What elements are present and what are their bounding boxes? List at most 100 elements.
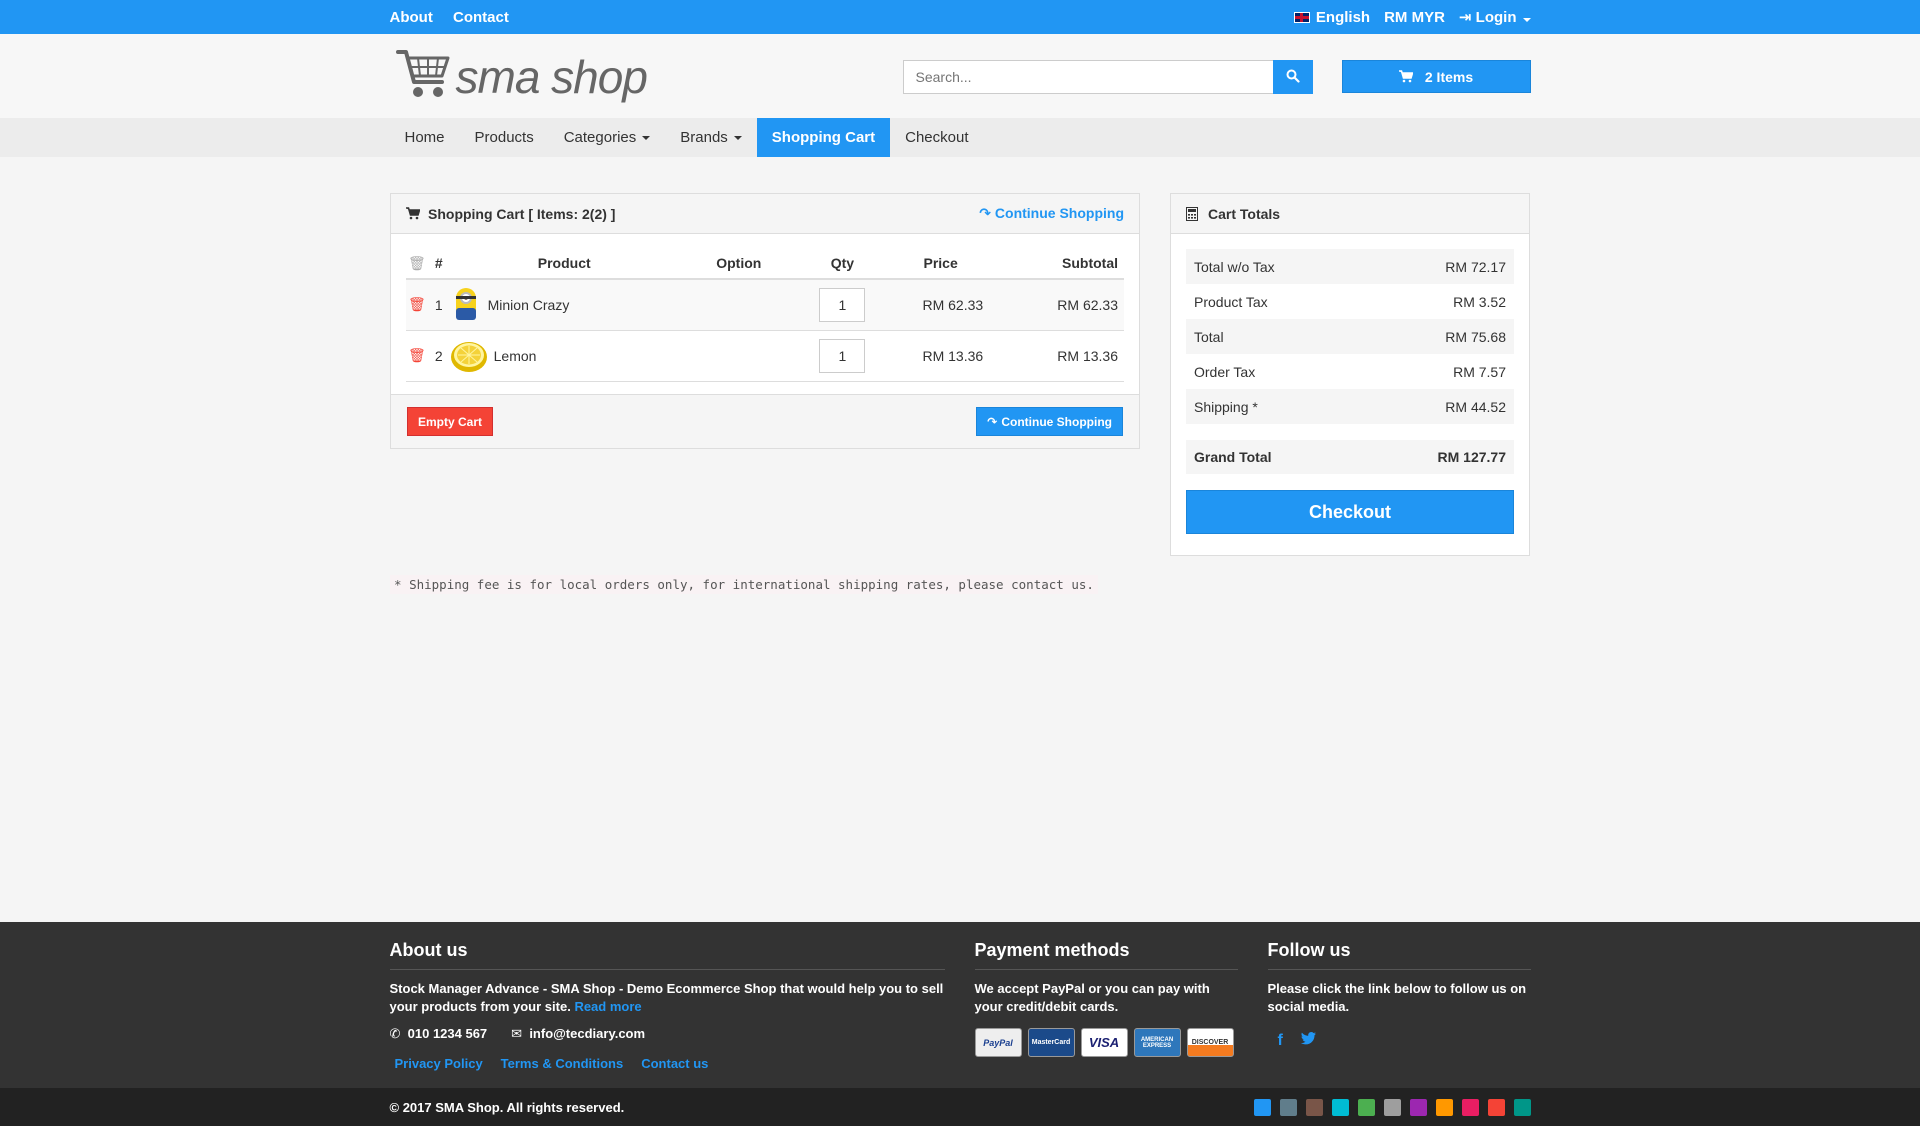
- nav-categories-label: Categories: [563, 129, 637, 146]
- privacy-policy-link[interactable]: Privacy Policy: [395, 1056, 483, 1071]
- shipping-note: * Shipping fee is for local orders only,…: [390, 575, 1098, 594]
- product-cell: Minion Crazy: [449, 279, 679, 331]
- about-title: About us: [389, 940, 945, 970]
- nav-shopping-cart[interactable]: Shopping Cart: [756, 118, 891, 157]
- cart-panel-footer: Empty Cart ↷ Continue Shopping: [391, 394, 1139, 448]
- note-text: Shipping fee is for local orders only, f…: [409, 577, 1094, 592]
- cart-totals-panel: Cart Totals Total w/o Tax RM 72.17 Produc…: [1170, 193, 1530, 556]
- twitter-icon[interactable]: [1300, 1032, 1316, 1050]
- continue-shopping-button[interactable]: ↷ Continue Shopping: [976, 407, 1123, 436]
- caret-down-icon: [642, 135, 651, 140]
- header: sma shop 2 Items: [0, 34, 1920, 118]
- theme-color-swatch[interactable]: [1409, 1098, 1427, 1116]
- continue-shopping-link[interactable]: ↷ Continue Shopping: [979, 205, 1124, 222]
- theme-color-swatch[interactable]: [1487, 1098, 1505, 1116]
- cart-icon: [1398, 70, 1413, 83]
- facebook-icon[interactable]: f: [1278, 1032, 1283, 1050]
- phone-icon: ✆: [389, 1026, 401, 1041]
- col-qty: Qty: [798, 248, 887, 280]
- payment-title: Payment methods: [974, 940, 1238, 970]
- col-price: Price: [886, 248, 996, 280]
- row-price: RM 13.36: [886, 330, 996, 382]
- language-selector[interactable]: English: [1293, 8, 1371, 26]
- theme-color-swatch[interactable]: [1305, 1098, 1323, 1116]
- totals-row: Product Tax RM 3.52: [1186, 284, 1514, 319]
- nav-products[interactable]: Products: [460, 118, 549, 157]
- contact-link[interactable]: Contact: [453, 9, 509, 26]
- theme-color-swatch[interactable]: [1383, 1098, 1401, 1116]
- contact-us-link[interactable]: Contact us: [641, 1056, 708, 1071]
- login-dropdown[interactable]: ⇥ Login: [1459, 8, 1531, 26]
- logo[interactable]: sma shop: [395, 48, 648, 103]
- paypal-card-icon: PayPal: [974, 1028, 1022, 1057]
- cart-table-header: 🗑 # Product Option Qty Price Subtotal: [406, 248, 1124, 280]
- totals-table: Total w/o Tax RM 72.17 Product Tax RM 3.52…: [1186, 249, 1514, 424]
- lemon-product-thumbnail[interactable]: [450, 339, 488, 373]
- table-row: 🗑 2 Lemon 1 RM 13.36 RM 13.36: [406, 330, 1124, 382]
- col-num: #: [427, 248, 450, 280]
- continue-shopping-link-label: Continue Shopping: [994, 205, 1124, 221]
- cart-items-label: 2 Items: [1424, 68, 1474, 85]
- theme-color-swatch[interactable]: [1513, 1098, 1531, 1116]
- nav-checkout[interactable]: Checkout: [890, 118, 983, 157]
- follow-title: Follow us: [1267, 940, 1531, 970]
- search-button[interactable]: [1272, 60, 1313, 94]
- login-label: Login: [1475, 9, 1517, 26]
- minion-product-thumbnail[interactable]: [450, 286, 482, 324]
- top-bar: About Contact English RM MYR ⇥ Login: [0, 0, 1920, 34]
- row-num: 2: [427, 330, 450, 382]
- continue-shopping-button-label: Continue Shopping: [1001, 414, 1112, 429]
- empty-cart-button[interactable]: Empty Cart: [407, 407, 494, 436]
- totals-row: Total w/o Tax RM 72.17: [1186, 249, 1514, 284]
- totals-label: Total: [1186, 319, 1369, 354]
- language-label: English: [1315, 8, 1371, 26]
- row-option: [678, 279, 799, 331]
- cart-items-button[interactable]: 2 Items: [1341, 60, 1531, 93]
- totals-row: Shipping * RM 44.52: [1186, 389, 1514, 424]
- caret-down-icon: [733, 135, 742, 140]
- theme-color-swatch[interactable]: [1253, 1098, 1271, 1116]
- totals-value: RM 72.17: [1368, 249, 1514, 284]
- totals-row: Total RM 75.68: [1186, 319, 1514, 354]
- search-form: [902, 60, 1313, 94]
- footer-payment: Payment methods We accept PayPal or you …: [974, 940, 1238, 1057]
- cart-title: Shopping Cart [ Items: 2(2) ]: [428, 205, 616, 222]
- shopping-cart-panel: Shopping Cart [ Items: 2(2) ] ↷ Continue…: [390, 193, 1140, 449]
- currency-selector[interactable]: RM MYR: [1384, 9, 1445, 26]
- row-subtotal: RM 13.36: [995, 330, 1124, 382]
- nav-categories[interactable]: Categories: [549, 118, 666, 157]
- remove-item-icon[interactable]: 🗑: [408, 347, 426, 363]
- share-arrow-icon: ↷: [987, 414, 998, 429]
- calculator-icon: [1186, 206, 1198, 221]
- caret-down-icon: [1522, 18, 1531, 22]
- nav-brands[interactable]: Brands: [665, 118, 757, 157]
- theme-color-swatches: [1253, 1098, 1531, 1116]
- product-name-link[interactable]: Lemon: [494, 348, 537, 364]
- totals-value: RM 3.52: [1453, 293, 1506, 310]
- theme-color-swatch[interactable]: [1331, 1098, 1349, 1116]
- visa-card-icon: VISA: [1080, 1028, 1128, 1057]
- about-link[interactable]: About: [390, 9, 433, 26]
- logo-text: sma shop: [455, 51, 648, 103]
- mastercard-card-icon: MasterCard: [1027, 1028, 1075, 1057]
- search-input[interactable]: [902, 60, 1273, 94]
- theme-color-swatch[interactable]: [1357, 1098, 1375, 1116]
- read-more-link[interactable]: Read more: [574, 999, 641, 1014]
- totals-title: Cart Totals: [1208, 205, 1281, 222]
- search-icon: [1286, 69, 1300, 83]
- quantity-input[interactable]: 1: [819, 338, 866, 373]
- theme-color-swatch[interactable]: [1461, 1098, 1479, 1116]
- theme-color-swatch[interactable]: [1279, 1098, 1297, 1116]
- footer-about: About us Stock Manager Advance - SMA Sho…: [389, 940, 945, 1071]
- quantity-input[interactable]: 1: [819, 287, 866, 322]
- col-subtotal: Subtotal: [995, 248, 1124, 280]
- terms-link[interactable]: Terms & Conditions: [501, 1056, 624, 1071]
- discover-card-icon: DISCOVER: [1186, 1028, 1234, 1057]
- product-name-link[interactable]: Minion Crazy: [488, 297, 570, 313]
- checkout-button[interactable]: Checkout: [1186, 490, 1514, 534]
- nav-home[interactable]: Home: [390, 118, 460, 157]
- grand-total-value: RM 127.77: [1437, 449, 1506, 465]
- col-option: Option: [678, 248, 799, 280]
- theme-color-swatch[interactable]: [1435, 1098, 1453, 1116]
- remove-item-icon[interactable]: 🗑: [408, 296, 426, 312]
